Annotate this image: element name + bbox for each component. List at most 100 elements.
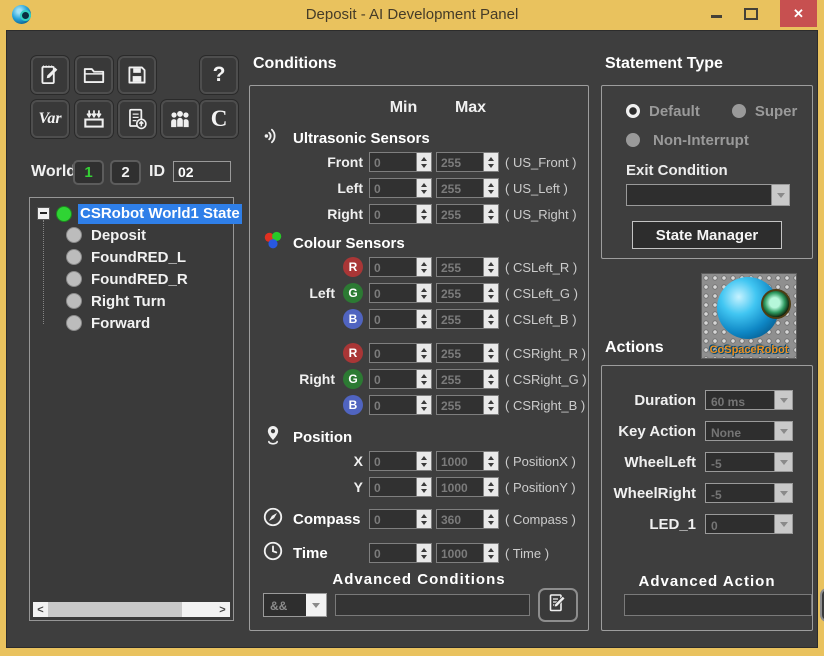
min-spinner[interactable]: 0 <box>369 451 432 471</box>
min-spinner[interactable]: 0 <box>369 204 432 224</box>
spinner-arrows-icon[interactable] <box>483 396 498 414</box>
min-spinner[interactable]: 0 <box>369 477 432 497</box>
spinner-arrows-icon[interactable] <box>483 310 498 328</box>
chevron-down-icon[interactable] <box>774 391 792 409</box>
spinner-arrows-icon[interactable] <box>483 179 498 197</box>
max-spinner[interactable]: 255 <box>436 204 499 224</box>
spinner-arrows-icon[interactable] <box>483 370 498 388</box>
edit-action-button[interactable] <box>820 588 824 622</box>
spinner-arrows-icon[interactable] <box>483 478 498 496</box>
chevron-down-icon[interactable] <box>774 453 792 471</box>
maximize-button[interactable] <box>744 8 758 20</box>
spinner-arrows-icon[interactable] <box>416 452 431 470</box>
c-code-button[interactable]: C <box>200 100 238 138</box>
led1-dropdown[interactable]: 0 <box>705 514 793 534</box>
state-manager-button[interactable]: State Manager <box>632 221 782 249</box>
chevron-down-icon[interactable] <box>306 594 326 616</box>
spinner-arrows-icon[interactable] <box>416 544 431 562</box>
tree-item-right-turn[interactable]: Right Turn <box>30 290 233 312</box>
spinner-arrows-icon[interactable] <box>483 258 498 276</box>
tree-item-forward[interactable]: Forward <box>30 312 233 334</box>
duration-dropdown[interactable]: 60 ms <box>705 390 793 410</box>
close-button[interactable]: ✕ <box>780 0 817 27</box>
spinner-arrows-icon[interactable] <box>416 153 431 171</box>
spinner-arrows-icon[interactable] <box>416 310 431 328</box>
help-button[interactable]: ? <box>200 56 238 94</box>
world-1-button[interactable]: 1 <box>73 160 104 185</box>
exit-condition-dropdown[interactable] <box>626 184 790 206</box>
spinner-arrows-icon[interactable] <box>483 153 498 171</box>
chevron-down-icon[interactable] <box>774 515 792 533</box>
spinner-arrows-icon[interactable] <box>483 544 498 562</box>
max-spinner[interactable]: 255 <box>436 369 499 389</box>
scrollbar-thumb[interactable] <box>48 602 182 617</box>
advanced-action-input[interactable] <box>624 594 812 616</box>
advanced-conditions-input[interactable] <box>335 594 530 616</box>
spinner-arrows-icon[interactable] <box>416 284 431 302</box>
variables-button[interactable]: Var <box>31 100 69 138</box>
max-spinner[interactable]: 1000 <box>436 543 499 563</box>
max-spinner[interactable]: 255 <box>436 343 499 363</box>
spinner-arrows-icon[interactable] <box>416 258 431 276</box>
max-spinner[interactable]: 1000 <box>436 477 499 497</box>
spinner-arrows-icon[interactable] <box>416 370 431 388</box>
min-spinner[interactable]: 0 <box>369 257 432 277</box>
max-spinner[interactable]: 255 <box>436 257 499 277</box>
min-spinner[interactable]: 0 <box>369 343 432 363</box>
spinner-arrows-icon[interactable] <box>483 344 498 362</box>
spinner-arrows-icon[interactable] <box>483 205 498 223</box>
id-input[interactable] <box>173 161 231 182</box>
world-2-button[interactable]: 2 <box>110 160 141 185</box>
radio-non-interrupt[interactable] <box>626 133 640 147</box>
max-spinner[interactable]: 360 <box>436 509 499 529</box>
logic-operator-dropdown[interactable]: && <box>263 593 327 617</box>
spinner-arrows-icon[interactable] <box>483 510 498 528</box>
scroll-left-icon[interactable]: < <box>33 602 48 617</box>
key-action-dropdown[interactable]: None <box>705 421 793 441</box>
radio-default[interactable] <box>626 104 640 118</box>
spinner-arrows-icon[interactable] <box>416 179 431 197</box>
spinner-arrows-icon[interactable] <box>416 478 431 496</box>
spinner-arrows-icon[interactable] <box>416 344 431 362</box>
min-spinner[interactable]: 0 <box>369 152 432 172</box>
tree-collapse-icon[interactable] <box>37 207 50 220</box>
save-button[interactable] <box>118 56 156 94</box>
team-button[interactable] <box>161 100 199 138</box>
scroll-right-icon[interactable]: > <box>215 602 230 617</box>
tree-item-deposit[interactable]: Deposit <box>30 224 233 246</box>
max-spinner[interactable]: 255 <box>436 309 499 329</box>
max-spinner[interactable]: 255 <box>436 283 499 303</box>
spinner-arrows-icon[interactable] <box>483 284 498 302</box>
spinner-arrows-icon[interactable] <box>416 205 431 223</box>
chevron-down-icon[interactable] <box>774 422 792 440</box>
spinner-arrows-icon[interactable] <box>416 396 431 414</box>
max-spinner[interactable]: 255 <box>436 178 499 198</box>
wheelleft-dropdown[interactable]: -5 <box>705 452 793 472</box>
tree-item-foundred-l[interactable]: FoundRED_L <box>30 246 233 268</box>
tree-item-foundred-r[interactable]: FoundRED_R <box>30 268 233 290</box>
wheelright-dropdown[interactable]: -5 <box>705 483 793 503</box>
new-state-button[interactable] <box>31 56 69 94</box>
open-button[interactable] <box>75 56 113 94</box>
chevron-down-icon[interactable] <box>771 185 789 205</box>
min-spinner[interactable]: 0 <box>369 369 432 389</box>
max-spinner[interactable]: 255 <box>436 395 499 415</box>
tree-horizontal-scrollbar[interactable]: < > <box>33 602 230 617</box>
edit-conditions-button[interactable] <box>538 588 578 622</box>
chevron-down-icon[interactable] <box>774 484 792 502</box>
min-spinner[interactable]: 0 <box>369 283 432 303</box>
export-document-button[interactable] <box>118 100 156 138</box>
minimize-button[interactable] <box>711 15 722 18</box>
min-spinner[interactable]: 0 <box>369 178 432 198</box>
spinner-arrows-icon[interactable] <box>483 452 498 470</box>
spinner-arrows-icon[interactable] <box>416 510 431 528</box>
min-spinner[interactable]: 0 <box>369 543 432 563</box>
max-spinner[interactable]: 1000 <box>436 451 499 471</box>
max-spinner[interactable]: 255 <box>436 152 499 172</box>
min-spinner[interactable]: 0 <box>369 509 432 529</box>
radio-super[interactable] <box>732 104 746 118</box>
tree-root-label[interactable]: CSRobot World1 State <box>78 204 242 224</box>
import-button[interactable] <box>75 100 113 138</box>
min-spinner[interactable]: 0 <box>369 395 432 415</box>
min-spinner[interactable]: 0 <box>369 309 432 329</box>
